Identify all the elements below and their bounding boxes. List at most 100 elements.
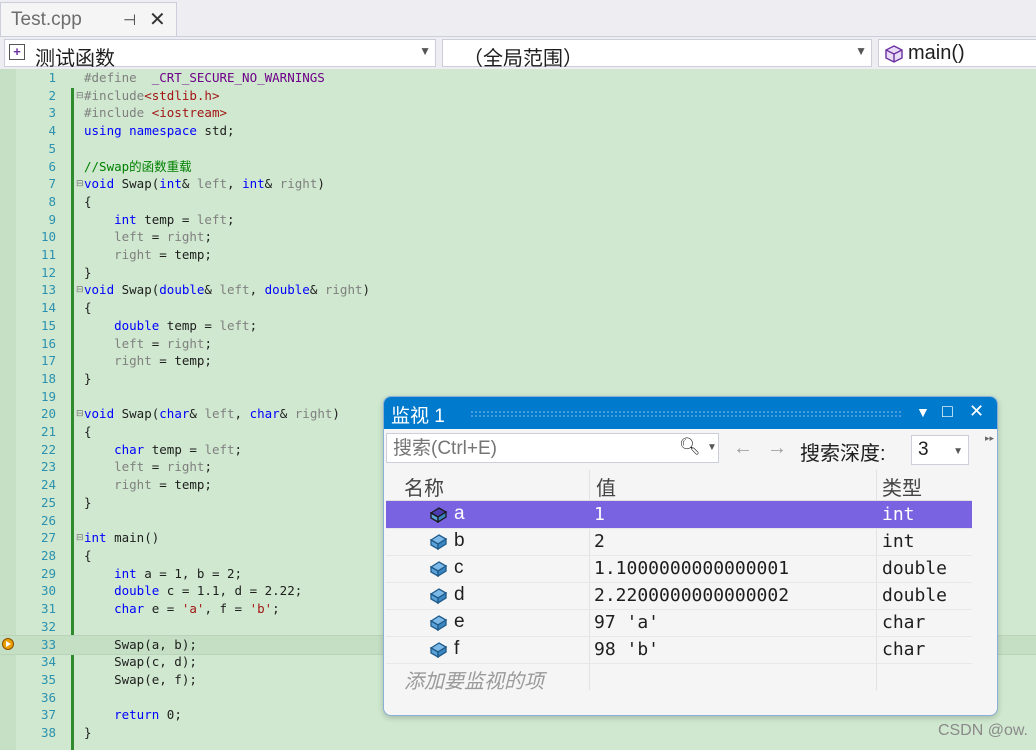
watch-row[interactable]: b 2 int xyxy=(386,528,972,556)
pin-icon[interactable]: ⊣ xyxy=(123,11,136,29)
code-text[interactable]: int a = 1, b = 2; xyxy=(84,565,242,583)
code-line[interactable]: 2 #include<stdlib.h> ⊟ xyxy=(0,87,1036,105)
code-line[interactable]: 38} xyxy=(0,724,1036,742)
code-line[interactable]: 1 #define _CRT_SECURE_NO_WARNINGS xyxy=(0,69,1036,87)
search-next-arrow-icon[interactable]: → xyxy=(767,437,787,460)
code-text[interactable]: //Swap的函数重载 xyxy=(84,158,192,176)
column-header-type[interactable]: 类型 xyxy=(882,472,922,501)
search-depth-dropdown[interactable]: 3 ▼ xyxy=(911,435,969,465)
code-text[interactable]: char e = 'a', f = 'b'; xyxy=(84,600,280,618)
code-line[interactable]: 9 int temp = left; xyxy=(0,211,1036,229)
code-text[interactable]: left = right; xyxy=(84,458,212,476)
code-text[interactable]: left = right; xyxy=(84,228,212,246)
code-text[interactable]: #include<stdlib.h> xyxy=(84,87,219,105)
global-scope-dropdown[interactable]: （全局范围） ▼ xyxy=(442,39,872,70)
watch-value[interactable]: 97 'a' xyxy=(594,612,659,633)
code-text[interactable]: #define _CRT_SECURE_NO_WARNINGS xyxy=(84,69,325,87)
code-text[interactable]: } xyxy=(84,370,92,388)
member-dropdown[interactable]: main() xyxy=(878,39,1036,67)
watch-name[interactable]: b xyxy=(454,530,465,552)
close-icon[interactable]: ✕ xyxy=(969,401,984,422)
watch-row[interactable]: e 97 'a' char xyxy=(386,609,972,637)
watch-row[interactable]: d 2.2200000000000002 double xyxy=(386,582,972,610)
code-text[interactable]: double temp = left; xyxy=(84,317,257,335)
code-text[interactable]: return 0; xyxy=(84,706,182,724)
code-text[interactable]: double c = 1.1, d = 2.22; xyxy=(84,582,302,600)
code-line[interactable]: 11 right = temp; xyxy=(0,246,1036,264)
code-line[interactable]: 17 right = temp; xyxy=(0,352,1036,370)
watch-row[interactable]: f 98 'b' char xyxy=(386,636,972,664)
code-text[interactable]: using namespace std; xyxy=(84,122,235,140)
code-line[interactable]: 12} xyxy=(0,264,1036,282)
code-line[interactable]: 4 using namespace std; xyxy=(0,122,1036,140)
watch-row[interactable]: a 1 int xyxy=(386,501,972,529)
fold-toggle-icon[interactable]: ⊟ xyxy=(76,90,84,99)
watch-search-input[interactable] xyxy=(391,436,670,462)
code-line[interactable]: 18} xyxy=(0,370,1036,388)
code-line[interactable]: 15 double temp = left; xyxy=(0,317,1036,335)
code-text[interactable]: { xyxy=(84,547,92,565)
code-text[interactable]: void Swap(int& left, int& right) xyxy=(84,175,325,193)
add-watch-placeholder[interactable]: 添加要监视的项 xyxy=(404,665,544,694)
code-line[interactable]: 6 //Swap的函数重载 xyxy=(0,158,1036,176)
code-line[interactable]: 10 left = right; xyxy=(0,228,1036,246)
fold-toggle-icon[interactable]: ⊟ xyxy=(76,533,84,542)
code-text[interactable]: void Swap(double& left, double& right) xyxy=(84,281,370,299)
watch-value[interactable]: 1 xyxy=(594,504,605,525)
code-line[interactable]: 16 left = right; xyxy=(0,335,1036,353)
watch-value[interactable]: 98 'b' xyxy=(594,639,659,660)
code-line[interactable]: 14 { xyxy=(0,299,1036,317)
code-text[interactable]: { xyxy=(84,423,92,441)
code-line[interactable]: 13 void Swap(double& left, double& right)… xyxy=(0,281,1036,299)
code-text[interactable]: { xyxy=(84,299,92,317)
close-tab-icon[interactable]: ✕ xyxy=(149,7,166,32)
watch-name[interactable]: a xyxy=(454,503,465,525)
code-text[interactable]: #include <iostream> xyxy=(84,104,227,122)
watch-value[interactable]: 2 xyxy=(594,531,605,552)
code-text[interactable]: right = temp; xyxy=(84,352,212,370)
tab-test-cpp[interactable]: Test.cpp ⊣ ✕ xyxy=(0,2,177,36)
watch-name[interactable]: e xyxy=(454,611,465,633)
code-text[interactable]: right = temp; xyxy=(84,476,212,494)
watch-name[interactable]: c xyxy=(454,557,464,579)
code-text[interactable]: char temp = left; xyxy=(84,441,242,459)
code-text[interactable]: Swap(e, f); xyxy=(84,671,197,689)
code-text[interactable]: } xyxy=(84,724,92,742)
fold-toggle-icon[interactable]: ⊟ xyxy=(76,179,84,188)
code-line[interactable]: 3 #include <iostream> xyxy=(0,104,1036,122)
watch-value[interactable]: 2.2200000000000002 xyxy=(594,585,789,606)
search-previous-arrow-icon[interactable]: ← xyxy=(733,437,753,460)
watch-title-bar[interactable]: 监视 1 ▼ □ ✕ xyxy=(384,397,997,429)
code-line[interactable]: 8{ xyxy=(0,193,1036,211)
watch-value[interactable]: 1.1000000000000001 xyxy=(594,558,789,579)
watch-row[interactable]: c 1.1000000000000001 double xyxy=(386,555,972,583)
code-text[interactable]: { xyxy=(84,193,92,211)
chevron-down-icon[interactable]: ▼ xyxy=(707,442,717,453)
code-text[interactable]: left = right; xyxy=(84,335,212,353)
window-options-dropdown-icon[interactable]: ▼ xyxy=(916,404,930,420)
watch-window[interactable]: 监视 1 ▼ □ ✕ 🔍︎ ▼ ← → 搜索深度: 3 ▼ ▸▸ 名称 值 类型… xyxy=(383,396,998,716)
code-text[interactable]: void Swap(char& left, char& right) xyxy=(84,405,340,423)
code-line[interactable]: 5 xyxy=(0,140,1036,158)
fold-toggle-icon[interactable]: ⊟ xyxy=(76,285,84,294)
code-text[interactable]: right = temp; xyxy=(84,246,212,264)
project-scope-dropdown[interactable]: + 测试函数 ▼ xyxy=(4,39,436,70)
maximize-icon[interactable]: □ xyxy=(942,401,953,422)
watch-name[interactable]: f xyxy=(454,638,459,660)
code-text[interactable]: } xyxy=(84,264,92,282)
code-text[interactable]: Swap(a, b); xyxy=(84,636,197,654)
watch-search-box[interactable]: 🔍︎ ▼ xyxy=(386,433,719,463)
search-icon[interactable]: 🔍︎ xyxy=(679,437,701,457)
code-line[interactable]: 7 void Swap(int& left, int& right) ⊟ xyxy=(0,175,1036,193)
watch-name[interactable]: d xyxy=(454,584,465,606)
code-text[interactable]: int main() xyxy=(84,529,159,547)
fold-toggle-icon[interactable]: ⊟ xyxy=(76,409,84,418)
title-grip[interactable] xyxy=(470,410,902,417)
column-header-name[interactable]: 名称 xyxy=(404,472,444,501)
add-watch-item-row[interactable]: 添加要监视的项 xyxy=(386,662,972,693)
column-header-value[interactable]: 值 xyxy=(596,472,616,501)
code-text[interactable]: int temp = left; xyxy=(84,211,234,229)
code-text[interactable]: } xyxy=(84,494,92,512)
overflow-chevron-icon[interactable]: ▸▸ xyxy=(985,433,994,444)
code-text[interactable]: Swap(c, d); xyxy=(84,653,197,671)
